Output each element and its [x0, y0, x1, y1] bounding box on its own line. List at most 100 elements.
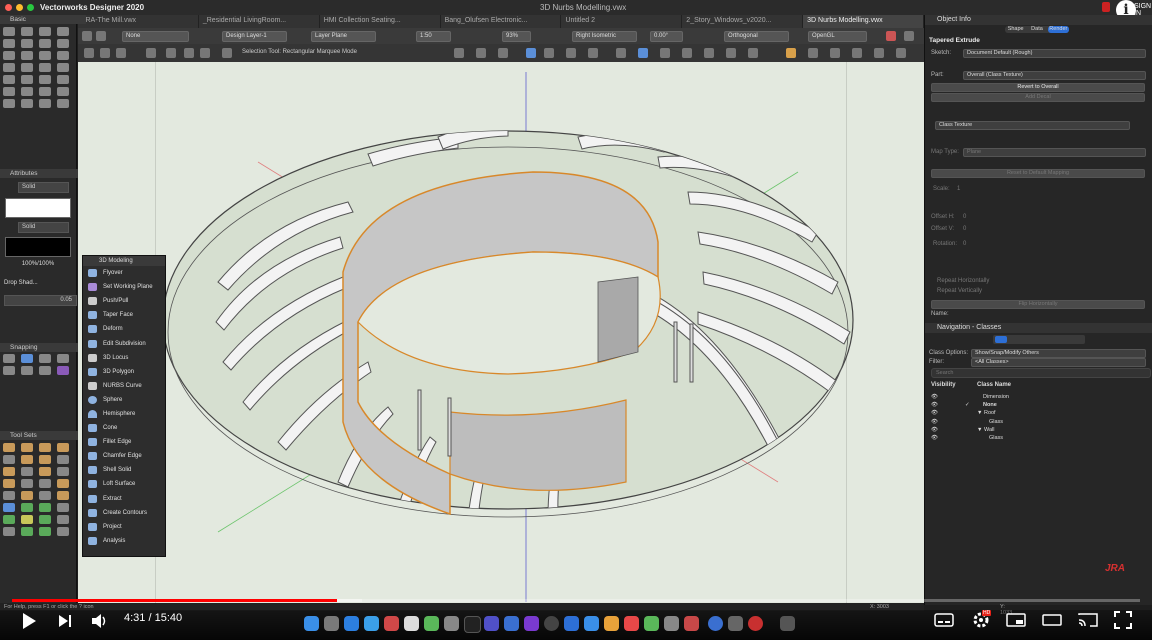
sphere-tool[interactable]: Sphere — [83, 393, 165, 407]
zoom-app-icon[interactable] — [564, 616, 579, 631]
fill-color-swatch[interactable] — [5, 198, 71, 218]
doors-icon[interactable] — [21, 479, 33, 488]
projection-select[interactable]: Orthogonal — [724, 31, 789, 42]
grid-icon[interactable] — [808, 48, 818, 58]
volume-button[interactable] — [90, 612, 108, 630]
chrome-icon[interactable] — [624, 616, 639, 631]
3d-locus-tool[interactable]: 3D Locus — [83, 351, 165, 365]
spiral-tool-icon[interactable] — [57, 75, 69, 84]
visibility-eye-icon[interactable]: 👁 — [931, 427, 938, 433]
snap-grid-icon[interactable] — [526, 48, 536, 58]
flyover-icon[interactable] — [498, 48, 508, 58]
text-tool-icon[interactable] — [3, 39, 15, 48]
video-progress-fill[interactable] — [12, 599, 337, 602]
set-working-plane-tool[interactable]: Set Working Plane — [83, 280, 165, 294]
forward-arrow-icon[interactable] — [96, 31, 106, 41]
site-planning-icon[interactable] — [3, 455, 15, 464]
magnify-icon[interactable] — [454, 48, 464, 58]
opacity-value[interactable]: 100%/100% — [4, 261, 72, 267]
visibility-eye-icon[interactable]: 👁 — [931, 394, 938, 400]
cube-icon[interactable] — [874, 48, 884, 58]
pen-mode-icon[interactable] — [100, 48, 110, 58]
project-tool[interactable]: Project — [83, 520, 165, 534]
class-name-column-header[interactable]: Class Name — [977, 382, 1011, 388]
arc-tool-icon[interactable] — [21, 63, 33, 72]
offset-tool-icon[interactable] — [21, 87, 33, 96]
view-select[interactable]: Right Isometric — [572, 31, 637, 42]
rotate-tool-icon[interactable] — [57, 87, 69, 96]
flyover-tool-icon[interactable] — [39, 27, 51, 36]
dimension-tool-icon[interactable] — [57, 51, 69, 60]
music-icon[interactable] — [604, 616, 619, 631]
fasteners-icon[interactable] — [39, 467, 51, 476]
survey-icon[interactable] — [39, 515, 51, 524]
dims-notes-icon[interactable] — [39, 443, 51, 452]
save-view-icon[interactable] — [904, 31, 914, 41]
back-arrow-icon[interactable] — [82, 31, 92, 41]
double-line-tool-icon[interactable] — [3, 87, 15, 96]
walls-icon[interactable] — [3, 479, 15, 488]
finder-icon[interactable] — [304, 616, 319, 631]
stack-icon[interactable] — [852, 48, 862, 58]
shaded-icon[interactable] — [660, 48, 670, 58]
sun-icon[interactable] — [616, 48, 626, 58]
fill-style-select[interactable]: Solid — [18, 182, 69, 193]
messages-icon[interactable] — [424, 616, 439, 631]
shell-solid-tool[interactable]: Shell Solid — [83, 463, 165, 477]
hardscape-icon[interactable] — [39, 503, 51, 512]
freehand-tool-icon[interactable] — [3, 75, 15, 84]
marquee-rect-icon[interactable] — [146, 48, 156, 58]
search-input[interactable] — [931, 368, 1151, 378]
loft-surface-tool[interactable]: Loft Surface — [83, 477, 165, 491]
3d-model-viewport[interactable] — [78, 62, 924, 605]
layers-icon[interactable] — [748, 48, 758, 58]
smart-edge-icon[interactable] — [21, 366, 33, 375]
push-pull-tool[interactable]: Push/Pull — [83, 294, 165, 308]
tab-document[interactable]: HMI Collection Seating... — [320, 15, 441, 28]
landscape-icon[interactable] — [21, 455, 33, 464]
visibility-eye-icon[interactable]: 👁 — [931, 419, 938, 425]
chamfer-edge-tool[interactable]: Chamfer Edge — [83, 449, 165, 463]
tab-document[interactable]: _Residential LivingRoom... — [199, 15, 320, 28]
next-video-button[interactable] — [57, 613, 73, 629]
snap-to-intersection-icon[interactable] — [3, 366, 15, 375]
safari-icon[interactable] — [344, 616, 359, 631]
star-app-icon[interactable] — [484, 616, 499, 631]
deform-tool[interactable]: Deform — [83, 322, 165, 336]
offset-v-value[interactable]: 0 — [963, 226, 966, 232]
connect-tool-icon[interactable] — [39, 99, 51, 108]
visibility-eye-icon[interactable]: 👁 — [931, 410, 938, 416]
tab-render[interactable]: Render — [1047, 26, 1069, 33]
marquee-freehand-icon[interactable] — [200, 48, 210, 58]
plane-icon[interactable] — [896, 48, 906, 58]
epic-launcher-icon[interactable] — [464, 616, 481, 633]
plants-icon[interactable] — [21, 503, 33, 512]
preview-icon[interactable] — [664, 616, 679, 631]
spaces-icon[interactable] — [3, 491, 15, 500]
cone-tool[interactable]: Cone — [83, 421, 165, 435]
navigation-view-tabs[interactable] — [993, 335, 1085, 344]
calendar-icon[interactable] — [384, 616, 399, 631]
utility-icon[interactable] — [728, 616, 743, 631]
pen-style-select[interactable]: Solid — [18, 222, 69, 233]
scale-field[interactable]: 1:50 — [416, 31, 451, 42]
space-planning-icon[interactable] — [3, 467, 15, 476]
texture-icon[interactable] — [726, 48, 736, 58]
tab-document-active[interactable]: 3D Nurbs Modelling.vwx — [803, 15, 925, 28]
marquee-lasso-icon[interactable] — [166, 48, 176, 58]
zoom-tool-icon[interactable] — [57, 27, 69, 36]
orbit-icon[interactable] — [566, 48, 576, 58]
rounded-rect-tool-icon[interactable] — [39, 51, 51, 60]
selection-mode-icon[interactable] — [84, 48, 94, 58]
notification-icon[interactable] — [1102, 2, 1110, 12]
pattern-mode-icon[interactable] — [116, 48, 126, 58]
3d-modeling-set-icon[interactable] — [3, 503, 15, 512]
miniplayer-button[interactable] — [1006, 612, 1026, 628]
lighting-icon[interactable] — [39, 455, 51, 464]
subtitles-button[interactable] — [934, 612, 954, 628]
classes-tab-icon[interactable] — [995, 336, 1007, 343]
nurbs-curve-tool[interactable]: NURBS Curve — [83, 379, 165, 393]
snap-to-angle-icon[interactable] — [39, 354, 51, 363]
sketch-select[interactable]: Document Default (Rough) — [963, 49, 1146, 58]
class-row[interactable]: None — [983, 402, 997, 408]
